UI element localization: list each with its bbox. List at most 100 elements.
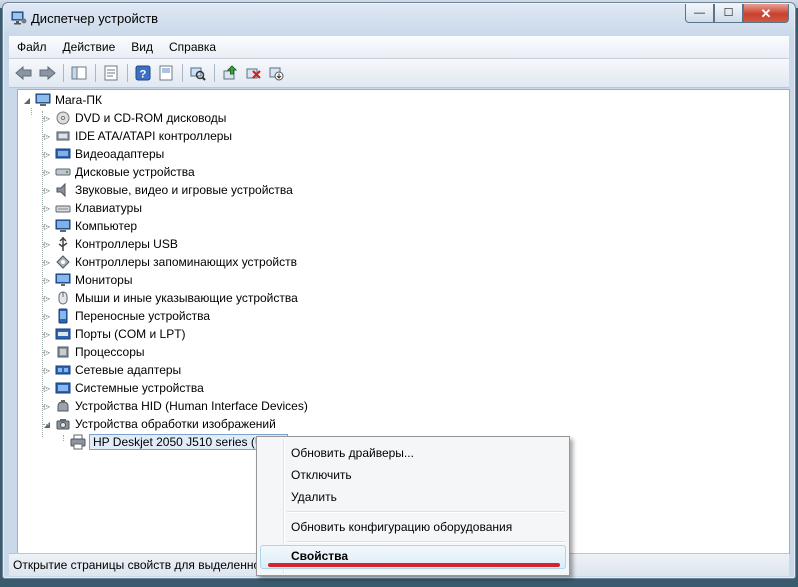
properties-icon	[104, 65, 118, 81]
tree-category-label: DVD и CD-ROM дисководы	[75, 111, 227, 125]
tree-category[interactable]: ▷ DVD и CD-ROM дисководы	[42, 109, 226, 127]
tree-category[interactable]: ▷ Устройства HID (Human Interface Devices…	[42, 397, 308, 415]
tree-category-label: Порты (COM и LPT)	[75, 327, 186, 341]
portable-device-icon	[55, 308, 71, 324]
usb-icon	[55, 236, 71, 252]
forward-arrow-icon	[39, 66, 56, 80]
view-button[interactable]	[155, 62, 177, 84]
collapse-arrow-icon[interactable]: ◢	[22, 95, 32, 105]
tree-guide-line	[43, 190, 49, 191]
tree-category-label: Переносные устройства	[75, 309, 211, 323]
help-icon: ?	[135, 65, 151, 81]
printer-icon	[70, 434, 86, 450]
processor-icon	[55, 344, 71, 360]
view-icon	[159, 65, 173, 81]
menu-view[interactable]: Вид	[123, 40, 161, 54]
tree-category-label: Контроллеры USB	[75, 237, 178, 251]
status-text: Открытие страницы свойств для выделенног…	[13, 558, 271, 572]
tree-category[interactable]: ◢ Устройства обработки изображений	[42, 415, 276, 433]
imaging-device-icon	[55, 416, 71, 432]
display-adapter-icon	[55, 146, 71, 162]
help-button[interactable]: ?	[132, 62, 154, 84]
ide-controller-icon	[55, 128, 71, 144]
tree-category[interactable]: ▷ IDE ATA/ATAPI контроллеры	[42, 127, 232, 145]
device-manager-icon	[11, 11, 27, 25]
disable-button[interactable]	[265, 62, 287, 84]
menu-action[interactable]: Действие	[55, 40, 124, 54]
tree-category[interactable]: ▷ Контроллеры запоминающих устройств	[42, 253, 297, 271]
tree-category[interactable]: ▷ Переносные устройства	[42, 307, 210, 325]
tree-selected-device[interactable]: HP Deskjet 2050 J510 series (USB)	[66, 433, 288, 451]
forward-button[interactable]	[36, 62, 58, 84]
ctx-separator	[287, 511, 565, 513]
tree-guide-line	[43, 370, 49, 371]
speaker-icon	[55, 182, 71, 198]
tree-category[interactable]: ▷ Системные устройства	[42, 379, 204, 397]
tree-category[interactable]: ▷ Дисковые устройства	[42, 163, 195, 181]
tree-category-label: Звуковые, видео и игровые устройства	[75, 183, 293, 197]
disable-icon	[269, 67, 284, 81]
uninstall-icon	[246, 68, 261, 79]
tree-category[interactable]: ▷ Клавиатуры	[42, 199, 142, 217]
system-device-icon	[55, 380, 71, 396]
ctx-uninstall[interactable]: Удалить	[291, 490, 337, 504]
monitor-icon	[55, 272, 71, 288]
keyboard-icon	[55, 200, 71, 216]
ctx-scan-hardware[interactable]: Обновить конфигурацию оборудования	[291, 520, 512, 534]
tree-category[interactable]: ▷ Компьютер	[42, 217, 137, 235]
update-driver-button[interactable]	[219, 62, 241, 84]
scan-hardware-button[interactable]	[187, 62, 209, 84]
computer-icon	[55, 218, 71, 234]
tree-category[interactable]: ▷ Порты (COM и LPT)	[42, 325, 186, 343]
tree-category[interactable]: ▷ Мыши и иные указывающие устройства	[42, 289, 298, 307]
tree-category[interactable]: ▷ Процессоры	[42, 343, 145, 361]
tree-guide-line	[43, 208, 49, 209]
minimize-button[interactable]: —	[685, 4, 714, 23]
network-adapter-icon	[55, 362, 71, 378]
ctx-separator	[287, 541, 565, 543]
tree-guide-line	[43, 118, 49, 119]
menu-file[interactable]: Файл	[9, 40, 55, 54]
tree-category[interactable]: ▷ Мониторы	[42, 271, 133, 289]
ctx-update-drivers[interactable]: Обновить драйверы...	[291, 446, 414, 460]
tree-category-label: Мыши и иные указывающие устройства	[75, 291, 298, 305]
close-button[interactable]: ✕	[743, 4, 789, 23]
properties-button[interactable]	[100, 62, 122, 84]
tree-category[interactable]: ▷ Контроллеры USB	[42, 235, 178, 253]
toolbar-separator	[95, 64, 96, 82]
show-hide-tree-button[interactable]	[68, 62, 90, 84]
tree-category-label: Контроллеры запоминающих устройств	[75, 255, 297, 269]
tree-guide-line	[63, 435, 64, 441]
svg-text:?: ?	[140, 69, 147, 81]
tree-guide-line	[43, 316, 49, 317]
ctx-properties[interactable]: Свойства	[291, 549, 348, 563]
close-icon: ✕	[760, 5, 772, 21]
uninstall-button[interactable]	[242, 62, 264, 84]
tree-category-label: Устройства HID (Human Interface Devices)	[75, 399, 308, 413]
tree-guide-line	[43, 424, 49, 425]
menu-help[interactable]: Справка	[161, 40, 224, 54]
computer-root-icon	[35, 92, 51, 108]
menu-bar: Файл Действие Вид Справка	[9, 36, 789, 59]
toolbar-separator	[63, 64, 64, 82]
ctx-disable[interactable]: Отключить	[291, 468, 352, 482]
disk-drive-icon	[55, 164, 71, 180]
tree-category-label: IDE ATA/ATAPI контроллеры	[75, 129, 233, 143]
tree-category[interactable]: ▷ Сетевые адаптеры	[42, 361, 181, 379]
tree-category-label: Мониторы	[75, 273, 133, 287]
tree-category[interactable]: ▷ Звуковые, видео и игровые устройства	[42, 181, 293, 199]
tree-guide-line	[43, 406, 49, 407]
tree-guide-line	[43, 262, 49, 263]
tree-category[interactable]: ▷ Видеоадаптеры	[42, 145, 164, 163]
title-bar[interactable]: Диспетчер устройств — ☐ ✕	[3, 3, 795, 33]
maximize-button[interactable]: ☐	[714, 4, 743, 23]
show-hide-tree-icon	[71, 66, 87, 80]
tree-guide-line	[31, 108, 32, 115]
toolbar-separator	[214, 64, 215, 82]
back-button[interactable]	[13, 62, 35, 84]
tree-root[interactable]: ◢ Mara-ПК	[22, 91, 102, 109]
tree-guide-line	[43, 298, 49, 299]
tree-root-label: Mara-ПК	[55, 93, 102, 107]
tree-guide-line	[43, 352, 49, 353]
mouse-icon	[55, 290, 71, 306]
